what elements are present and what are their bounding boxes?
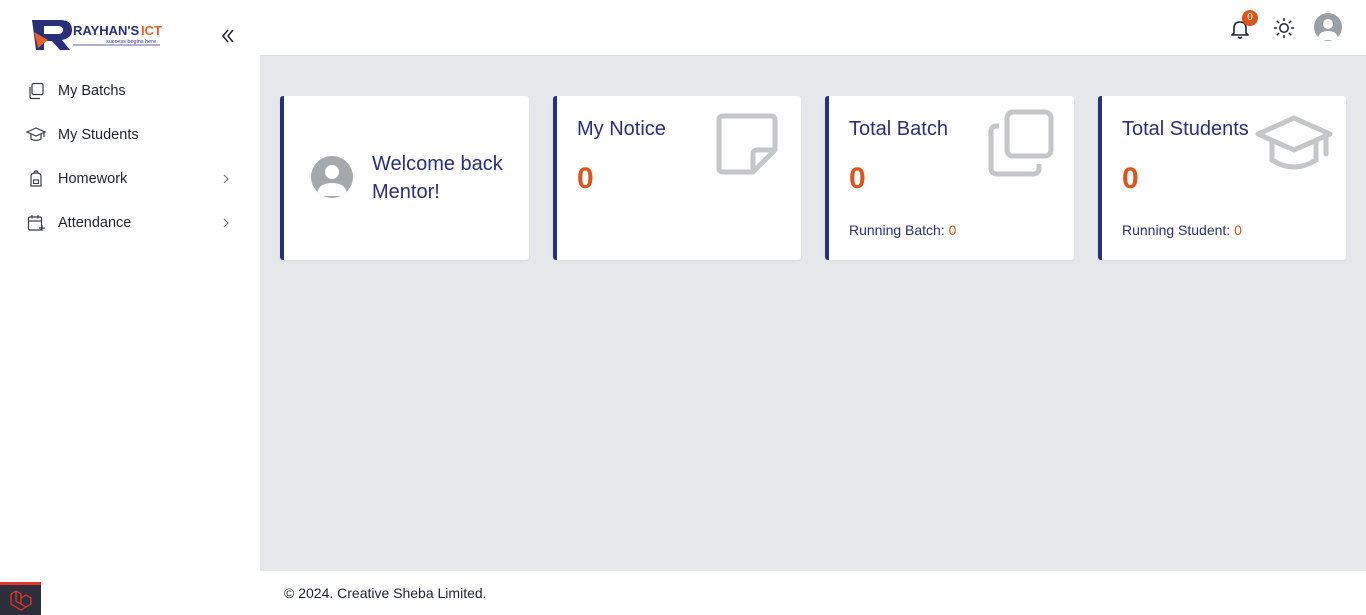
sidebar-item-my-students[interactable]: My Students bbox=[0, 113, 260, 157]
running-student-stat: Running Student: 0 bbox=[1122, 222, 1242, 238]
sidebar: RAYHAN'S ICT success begins here My Batc… bbox=[0, 0, 260, 615]
running-batch-stat: Running Batch: 0 bbox=[849, 222, 956, 238]
my-notice-card[interactable]: My Notice 0 bbox=[553, 96, 801, 260]
theme-toggle-button[interactable] bbox=[1273, 17, 1295, 39]
running-student-value: 0 bbox=[1234, 222, 1242, 238]
chevron-right-icon bbox=[220, 172, 232, 186]
sidebar-item-label: My Batchs bbox=[58, 83, 126, 99]
page-footer: © 2024. Creative Sheba Limited. bbox=[260, 571, 1366, 615]
calendar-plus-icon bbox=[26, 213, 46, 233]
laravel-debugbar-button[interactable] bbox=[0, 582, 41, 615]
notifications-count-badge: 0 bbox=[1242, 10, 1258, 26]
copy-icon bbox=[985, 108, 1057, 180]
sidebar-item-label: Attendance bbox=[58, 215, 132, 231]
sun-icon bbox=[1273, 17, 1295, 39]
laravel-icon bbox=[9, 590, 32, 611]
chevron-right-icon bbox=[220, 216, 232, 230]
sidebar-nav: My Batchs My Students Homework Attendanc… bbox=[0, 69, 260, 245]
sidebar-item-homework[interactable]: Homework bbox=[0, 157, 260, 201]
sticky-note-icon bbox=[715, 112, 779, 176]
card-count: 0 bbox=[1122, 162, 1139, 195]
welcome-message: Welcome back Mentor! bbox=[372, 153, 503, 203]
copy-icon bbox=[26, 81, 46, 101]
total-batch-card[interactable]: Total Batch 0 Running Batch: 0 bbox=[825, 96, 1074, 260]
sidebar-item-my-batchs[interactable]: My Batchs bbox=[0, 69, 260, 113]
card-title: Total Batch bbox=[849, 118, 948, 140]
top-header: 0 bbox=[260, 0, 1366, 56]
graduation-cap-icon bbox=[1254, 112, 1334, 176]
card-title: Total Students bbox=[1122, 118, 1249, 140]
avatar bbox=[311, 156, 353, 198]
welcome-card: Welcome back Mentor! bbox=[280, 96, 529, 260]
card-count: 0 bbox=[577, 162, 594, 195]
user-avatar-icon bbox=[317, 165, 347, 196]
running-batch-label: Running Batch: bbox=[849, 222, 945, 238]
svg-text:success begins here: success begins here bbox=[106, 39, 156, 45]
user-avatar-icon bbox=[1318, 19, 1338, 40]
total-students-card[interactable]: Total Students 0 Running Student: 0 bbox=[1098, 96, 1346, 260]
running-student-label: Running Student: bbox=[1122, 222, 1231, 238]
user-avatar-button[interactable] bbox=[1314, 13, 1342, 41]
svg-text:ICT: ICT bbox=[141, 23, 162, 38]
backpack-icon bbox=[26, 169, 46, 189]
sidebar-item-label: Homework bbox=[58, 171, 128, 187]
sidebar-item-attendance[interactable]: Attendance bbox=[0, 201, 260, 245]
sidebar-collapse-button[interactable] bbox=[218, 26, 238, 46]
running-batch-value: 0 bbox=[948, 222, 957, 238]
sidebar-item-label: My Students bbox=[58, 127, 139, 143]
brand-logo[interactable]: RAYHAN'S ICT success begins here bbox=[30, 18, 162, 52]
copyright-text: © 2024. Creative Sheba Limited. bbox=[284, 585, 487, 601]
svg-text:RAYHAN'S: RAYHAN'S bbox=[73, 23, 140, 38]
card-count: 0 bbox=[849, 162, 866, 195]
card-title: My Notice bbox=[577, 118, 666, 140]
double-chevron-left-icon bbox=[222, 29, 234, 43]
graduation-cap-icon bbox=[26, 125, 46, 145]
